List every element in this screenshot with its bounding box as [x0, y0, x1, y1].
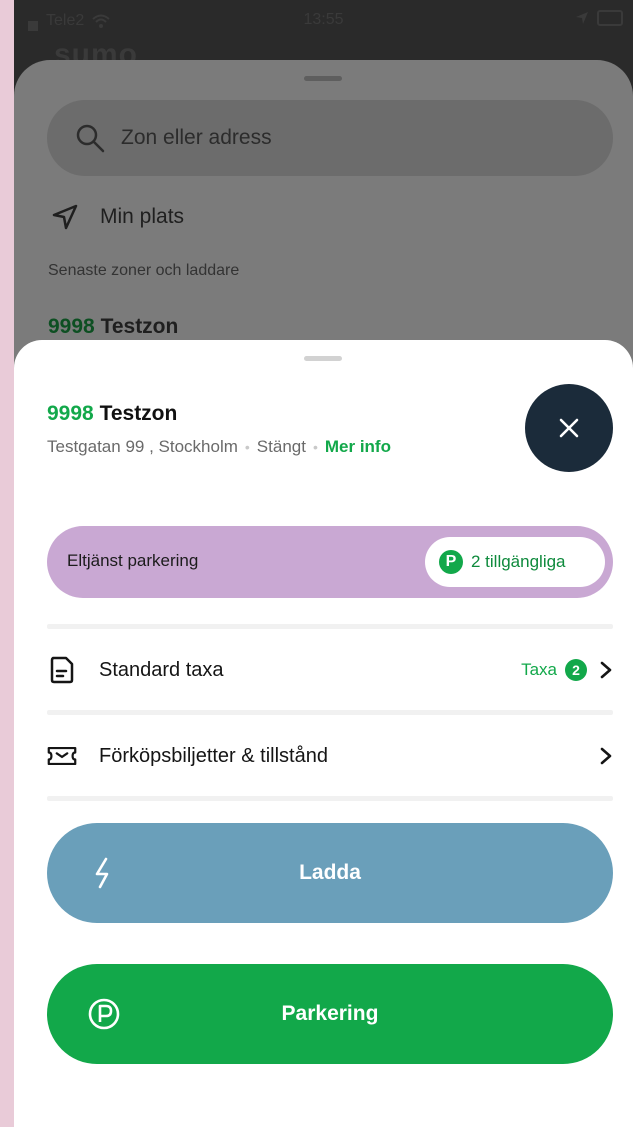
recent-zone-number: 9998 [48, 315, 95, 338]
service-bar[interactable]: Eltjänst parkering P 2 tillgängliga [47, 526, 613, 598]
recent-zone-name: Testzon [100, 315, 179, 338]
availability-pill[interactable]: P 2 tillgängliga [425, 537, 605, 587]
recent-header: Senaste zoner och laddare [48, 262, 240, 279]
chevron-right-icon [600, 661, 612, 679]
location-arrow-icon [576, 12, 588, 24]
taxa-info: Taxa 2 [521, 659, 613, 681]
more-info-link[interactable]: Mer info [325, 437, 391, 457]
standard-taxa-label: Standard taxa [99, 658, 224, 681]
zone-subtitle: Testgatan 99 , Stockholm • Stängt • Mer … [47, 437, 391, 457]
divider [47, 710, 613, 715]
tickets-label: Förköpsbiljetter & tillstånd [99, 744, 328, 767]
status-bar: Tele2 13:55 [14, 0, 633, 42]
divider [47, 624, 613, 629]
sheet-handle[interactable] [304, 356, 342, 361]
tickets-row[interactable]: Förköpsbiljetter & tillstånd [47, 716, 613, 796]
separator-dot: • [244, 439, 250, 455]
status-right [575, 10, 623, 26]
zone-title: 9998 Testzon [47, 402, 177, 426]
zone-address: Testgatan 99 , Stockholm [47, 437, 238, 456]
zone-number: 9998 [47, 402, 94, 425]
chevron-right-icon [600, 747, 612, 765]
search-field[interactable]: Zon eller adress [47, 100, 613, 176]
zone-detail-sheet: 9998 Testzon Testgatan 99 , Stockholm • … [14, 340, 633, 1127]
search-sheet-handle[interactable] [304, 76, 342, 81]
tickets-right [587, 747, 613, 765]
zone-name: Testzon [99, 402, 178, 425]
ticket-icon [47, 746, 77, 766]
availability-text: 2 tillgängliga [471, 552, 566, 571]
taxa-label: Taxa [521, 660, 557, 679]
status-time: 13:55 [303, 11, 344, 28]
recent-zone-item[interactable]: 9998 Testzon [48, 315, 178, 339]
document-icon [50, 656, 74, 684]
location-arrow-icon [52, 204, 78, 230]
phone-screen: Tele2 13:55 sumo Zon eller adress Min pl… [14, 0, 633, 1127]
close-icon [559, 418, 579, 438]
my-location-item[interactable]: Min plats [52, 204, 184, 230]
search-placeholder: Zon eller adress [121, 126, 272, 149]
separator-dot: • [312, 439, 318, 455]
divider [47, 796, 613, 801]
park-button[interactable]: Parkering [47, 964, 613, 1064]
charge-button-label: Ladda [299, 861, 361, 884]
battery-icon [597, 10, 623, 26]
zone-status: Stängt [256, 437, 306, 456]
service-label: Eltjänst parkering [67, 551, 199, 570]
charge-button[interactable]: Ladda [47, 823, 613, 923]
park-button-label: Parkering [281, 1002, 379, 1025]
parking-badge-icon: P [439, 550, 463, 574]
search-icon [76, 124, 105, 153]
my-location-label: Min plats [100, 205, 185, 228]
close-button[interactable] [525, 384, 613, 472]
taxa-count-badge: 2 [565, 659, 587, 681]
standard-taxa-row[interactable]: Standard taxa Taxa 2 [47, 630, 613, 710]
